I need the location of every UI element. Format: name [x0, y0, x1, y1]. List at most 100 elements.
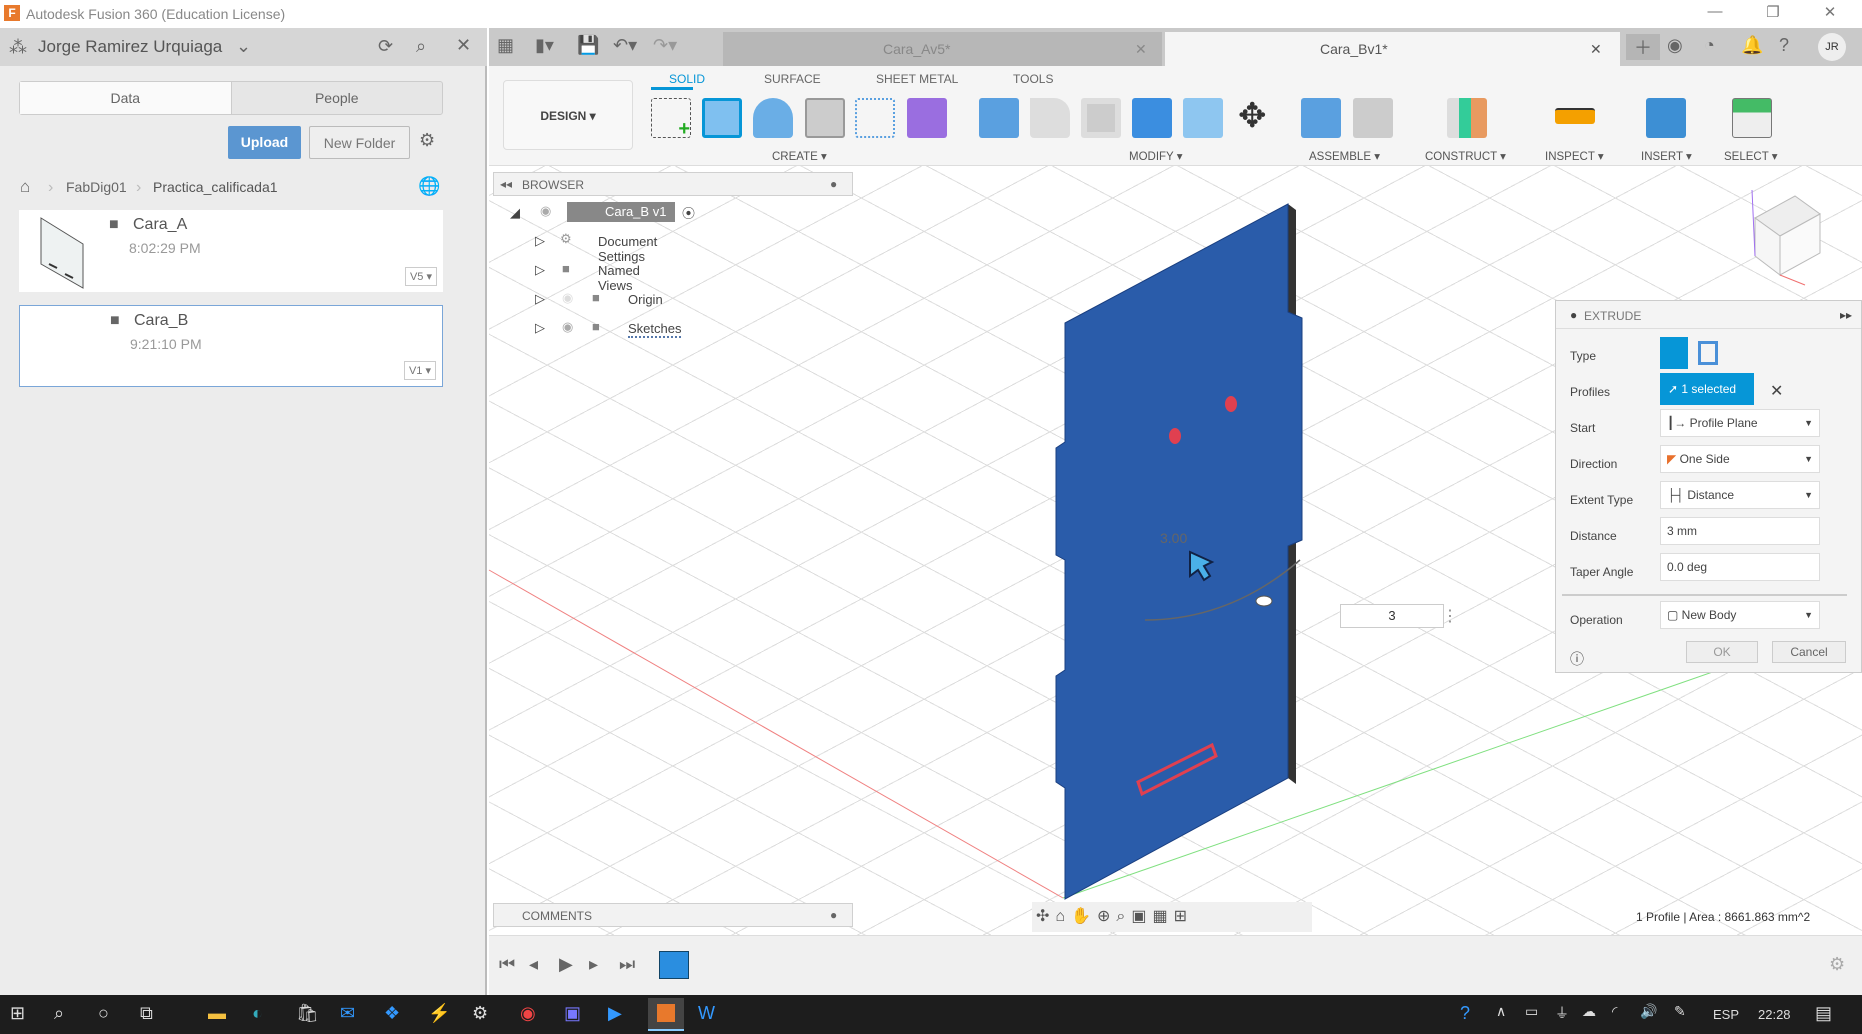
viewports-icon[interactable]: ⊞ — [1174, 908, 1193, 925]
gear-icon[interactable]: ⚙ — [419, 130, 435, 151]
modify-menu[interactable]: MODIFY ▾ — [1129, 149, 1182, 163]
combine-icon[interactable] — [1132, 98, 1172, 138]
onedrive-icon[interactable]: ☁ — [1582, 1003, 1596, 1020]
look-at-icon[interactable]: ⌂ — [1055, 908, 1071, 925]
offset-face-icon[interactable] — [1183, 98, 1223, 138]
cortana-icon[interactable]: ○ — [98, 1003, 109, 1024]
construct-menu[interactable]: CONSTRUCT ▾ — [1425, 149, 1506, 163]
undo-icon[interactable]: ↶▾ — [613, 35, 637, 56]
close-tab-icon[interactable]: ✕ — [1590, 32, 1602, 66]
help-icon[interactable]: ? — [1460, 1003, 1470, 1024]
activate-radio-icon[interactable]: ⦿ — [682, 203, 695, 222]
file-card-cara-a[interactable]: ■ Cara_A 8:02:29 PM V5 ▾ — [19, 210, 443, 292]
tree-item-named-views[interactable]: Named Views — [598, 263, 640, 293]
insert-image-icon[interactable] — [1646, 98, 1686, 138]
tab-data[interactable]: Data — [20, 82, 232, 114]
minimize-button[interactable]: — — [1700, 3, 1730, 20]
tab-cara-a[interactable]: Cara_Av5* ✕ — [723, 32, 1162, 66]
pin-icon[interactable]: ● — [830, 177, 837, 191]
workspace-switcher[interactable]: DESIGN ▾ — [503, 80, 633, 150]
tab-cara-b[interactable]: Cara_Bv1* ✕ — [1165, 32, 1620, 66]
joint-icon[interactable] — [1353, 98, 1393, 138]
create-form-icon[interactable] — [907, 98, 947, 138]
tree-item-origin[interactable]: Origin — [628, 292, 663, 307]
expand-icon[interactable]: ▷ — [535, 233, 545, 249]
info-icon[interactable]: ⓘ — [1570, 649, 1584, 669]
expand-icon[interactable]: ▷ — [535, 262, 545, 278]
new-folder-button[interactable]: New Folder — [309, 126, 410, 159]
user-name[interactable]: Jorge Ramirez Urquiaga — [38, 37, 222, 57]
hole-icon[interactable] — [805, 98, 845, 138]
task-view-icon[interactable]: ⧉ — [140, 1003, 153, 1024]
root-component[interactable]: Cara_B v1 — [567, 202, 675, 222]
insert-menu[interactable]: INSERT ▾ — [1641, 149, 1692, 163]
eye-icon[interactable]: ◉ — [562, 319, 573, 335]
extrude-icon[interactable] — [702, 98, 742, 138]
ok-button[interactable]: OK — [1686, 641, 1758, 663]
assemble-menu[interactable]: ASSEMBLE ▾ — [1309, 149, 1380, 163]
select-icon[interactable] — [1732, 98, 1772, 138]
collapse-browser-icon[interactable]: ◂◂ — [500, 177, 512, 191]
new-tab-plus-icon[interactable]: ＋ — [1626, 34, 1660, 60]
eye-icon[interactable]: ◉ — [540, 203, 551, 219]
store-icon[interactable]: 🛍 — [296, 1003, 319, 1024]
extent-type-dropdown[interactable]: ├┤ Distance ▼ — [1660, 481, 1820, 509]
pan-icon[interactable]: ✋ — [1071, 908, 1097, 925]
search-icon[interactable]: ⌕ — [54, 1003, 64, 1024]
revolve-icon[interactable] — [753, 98, 793, 138]
version-dropdown[interactable]: V5 ▾ — [404, 267, 437, 286]
go-to-start-icon[interactable]: ⏮ — [499, 954, 515, 975]
profiles-selection[interactable]: ➚ 1 selected — [1660, 373, 1754, 405]
clock[interactable]: 22:28 — [1758, 1007, 1791, 1022]
shell-icon[interactable] — [1081, 98, 1121, 138]
chevron-down-icon[interactable]: ⌄ — [236, 36, 251, 57]
close-window-button[interactable]: ✕ — [1815, 3, 1845, 21]
pen-icon[interactable]: ✎ — [1674, 1003, 1686, 1020]
orbit-icon[interactable]: ✣ — [1036, 908, 1055, 925]
search-icon[interactable]: ⌕ — [416, 36, 426, 57]
more-options-icon[interactable]: ⋮ — [1442, 606, 1458, 626]
timeline-settings-gear-icon[interactable]: ⚙ — [1829, 954, 1845, 975]
go-to-end-icon[interactable]: ⏭ — [619, 954, 635, 975]
move-icon[interactable]: ✥ — [1238, 96, 1267, 136]
windows-start-icon[interactable]: ⊞ — [10, 1003, 25, 1024]
word-icon[interactable]: W — [698, 1003, 715, 1024]
version-dropdown[interactable]: V1 ▾ — [403, 361, 436, 380]
volume-icon[interactable]: 🔊 — [1640, 1003, 1657, 1020]
start-dropdown[interactable]: ┃→ Profile Plane ▼ — [1660, 409, 1820, 437]
refresh-icon[interactable]: ⟳ — [378, 36, 393, 57]
app-grid-icon[interactable]: ▦ — [497, 35, 514, 56]
tab-surface[interactable]: SURFACE — [764, 72, 821, 86]
notifications-bell-icon[interactable]: 🔔 — [1741, 35, 1763, 56]
close-tab-icon[interactable]: ✕ — [1135, 32, 1147, 66]
tree-item-sketches[interactable]: Sketches — [628, 321, 682, 338]
cancel-button[interactable]: Cancel — [1772, 641, 1846, 663]
tab-people[interactable]: People — [232, 82, 443, 114]
fusion-taskbar-button[interactable] — [648, 998, 684, 1031]
play-icon[interactable]: ▶ — [559, 954, 573, 975]
teams-icon[interactable]: ▣ — [564, 1003, 581, 1024]
fillet-icon[interactable] — [1030, 98, 1070, 138]
display-settings-icon[interactable]: ▣ — [1131, 908, 1152, 925]
taper-angle-field[interactable]: 0.0 deg — [1660, 553, 1820, 581]
wifi-icon[interactable]: ◜ — [1612, 1003, 1617, 1020]
pin-icon[interactable]: ● — [830, 908, 837, 922]
battery-icon[interactable]: ▭ — [1525, 1003, 1538, 1020]
create-menu[interactable]: CREATE ▾ — [772, 149, 827, 163]
press-pull-icon[interactable] — [979, 98, 1019, 138]
tab-solid[interactable]: SOLID — [669, 72, 705, 86]
app-icon[interactable]: ⚡ — [428, 1003, 450, 1024]
tree-item-document-settings[interactable]: Document Settings — [598, 234, 657, 264]
close-icon[interactable]: ✕ — [456, 35, 471, 56]
grid-settings-icon[interactable]: ▦ — [1153, 908, 1174, 925]
zoom-icon[interactable]: ⊕ — [1097, 908, 1116, 925]
extensions-icon[interactable]: ◉ — [1667, 35, 1683, 56]
job-status-icon[interactable]: ◔ — [1704, 35, 1715, 56]
tab-tools[interactable]: TOOLS — [1013, 72, 1053, 86]
select-menu[interactable]: SELECT ▾ — [1724, 149, 1778, 163]
new-component-icon[interactable] — [1301, 98, 1341, 138]
upload-button[interactable]: Upload — [228, 126, 301, 159]
eye-hidden-icon[interactable]: ◉ — [562, 290, 573, 306]
comments-panel-header[interactable]: COMMENTS ● — [493, 903, 853, 927]
timeline-sketch-feature[interactable] — [659, 951, 689, 979]
